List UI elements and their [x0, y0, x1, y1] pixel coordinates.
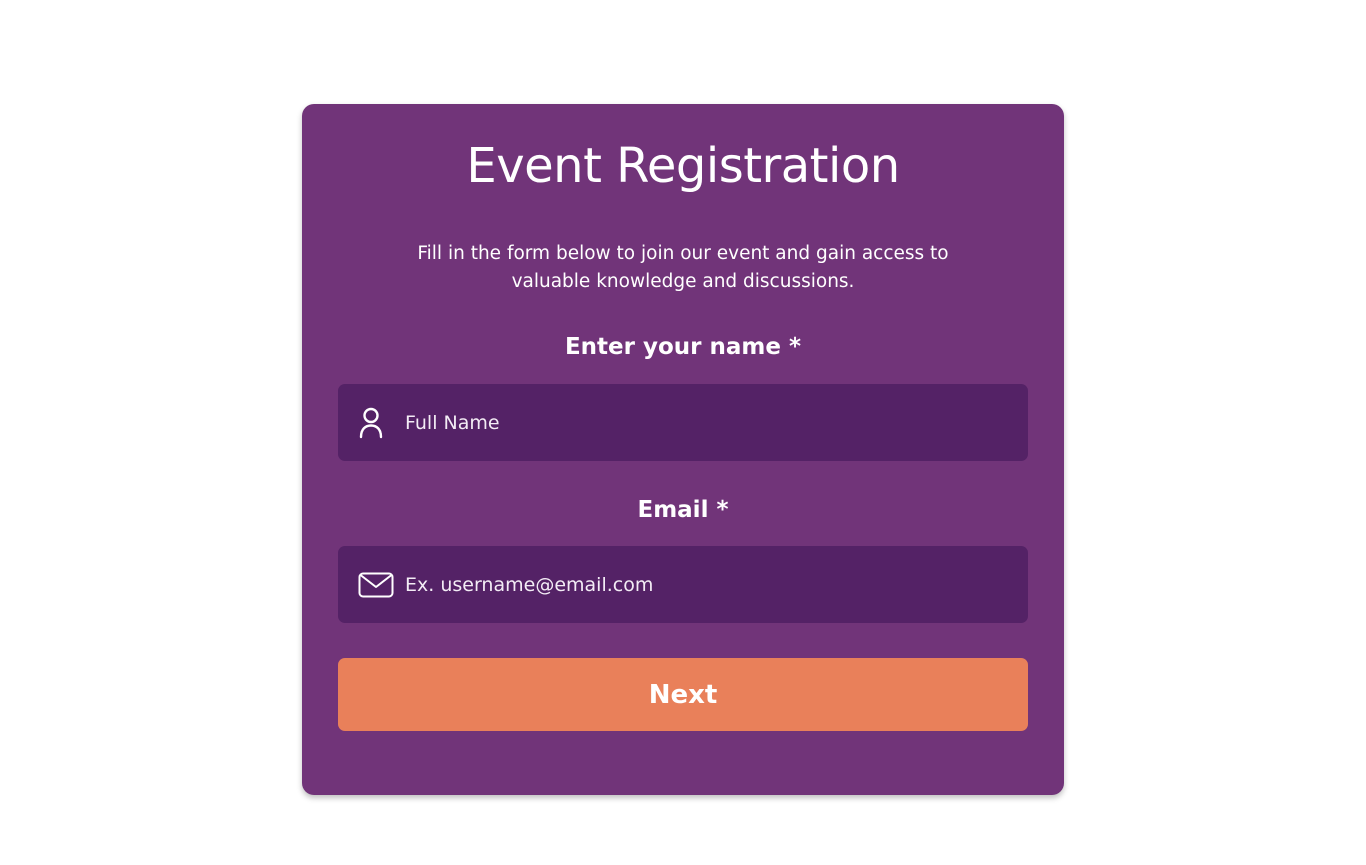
next-button[interactable]: Next — [338, 658, 1028, 731]
email-label: Email * — [637, 497, 729, 523]
form-title: Event Registration — [466, 138, 900, 194]
email-input[interactable] — [396, 545, 1028, 624]
name-field[interactable] — [338, 383, 1028, 462]
form-subtitle: Fill in the form below to join our event… — [417, 243, 949, 292]
registration-card: Event Registration Fill in the form belo… — [302, 104, 1064, 795]
email-field[interactable] — [338, 545, 1028, 624]
mail-icon — [358, 568, 396, 602]
name-input[interactable] — [396, 383, 1028, 462]
user-icon — [358, 406, 396, 440]
name-label: Enter your name * — [564, 334, 802, 360]
